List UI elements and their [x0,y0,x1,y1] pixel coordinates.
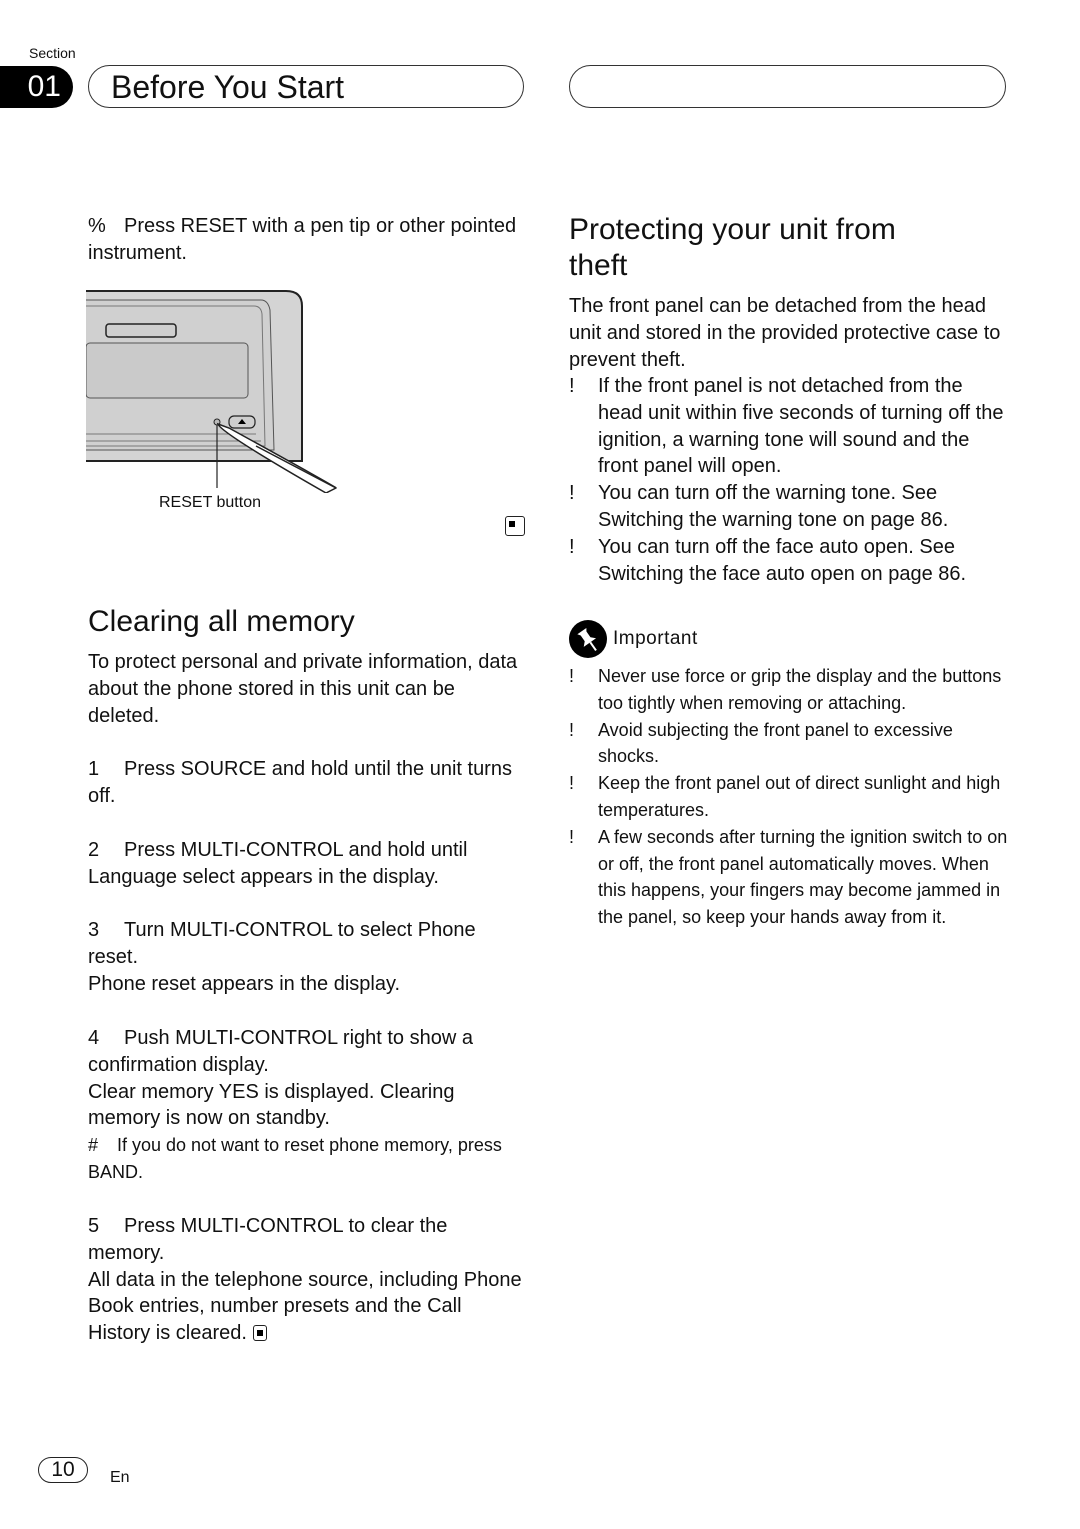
section-title: Before You Start [111,69,345,105]
step-1: 1 Press SOURCE and hold until the unit tu… [88,756,528,810]
step-4: 4 Push MULTI-CONTROL right to show a conf… [88,1025,528,1186]
step-number: 2 [88,839,100,861]
empty-header-pill [569,65,1006,108]
disc-slot [105,323,177,338]
section-label: Section [29,45,76,61]
step-text: Press SOURCE and hold until the unit tur… [88,758,512,807]
step-2: 2 Press MULTI-CONTROL and hold until Lang… [88,837,528,891]
bullet-item: ! Keep the front panel out of direct sunl… [569,773,1001,820]
step-text: Press MULTI-CONTROL to clear the memory. [88,1215,448,1264]
reset-instruction: % Press RESET with a pen tip or other poi… [88,213,528,267]
section-number: 01 [27,70,61,103]
note-text: If you do not want to reset phone memory… [88,1135,502,1182]
important-label: Important [613,628,698,649]
step-text: Turn MULTI-CONTROL to select Phone reset… [88,919,476,968]
step-result: All data in the telephone source, includ… [88,1268,522,1345]
section-title-pill: Before You Start [88,65,524,108]
important-header: Important [569,620,1019,658]
step-number: 1 [88,758,100,780]
end-of-section-icon [252,1325,267,1342]
bullet-item: ! A few seconds after turning the ignitio… [569,826,1008,928]
bullet-item: ! If the front panel is not detached from… [569,375,1004,478]
step-note: # If you do not want to reset phone memor… [88,1132,528,1186]
protecting-heading: Protecting your unit from theft [569,213,896,282]
language-code: En [110,1469,130,1486]
reset-figure [86,290,337,493]
step-result: Clear memory YES is displayed. Clearing … [88,1080,455,1130]
important-bullets: ! Never use force or grip the display and… [569,663,1009,931]
step-5: 5 Press MULTI-CONTROL to clear the memory… [88,1213,528,1347]
note-marker: # [88,1135,99,1156]
protecting-bullets: ! If the front panel is not detached from… [569,373,1009,587]
pushpin-icon [569,620,607,658]
page-number: 10 [38,1457,88,1483]
step-text: Push MULTI-CONTROL right to show a confi… [88,1027,473,1076]
protecting-intro: The front panel can be detached from the… [569,295,1001,371]
step-3: 3 Turn MULTI-CONTROL to select Phone rese… [88,917,508,997]
bullet-item: ! You can turn off the face auto open. Se… [569,535,967,585]
instruction-text: Press RESET with a pen tip or other poin… [88,215,517,264]
step-text: Press MULTI-CONTROL and hold until Langu… [88,839,468,888]
bullet-item: ! Never use force or grip the display and… [569,666,1002,713]
step-number: 5 [88,1215,100,1237]
bullet-item: ! Avoid subjecting the front panel to exc… [569,719,953,767]
step-number: 3 [88,919,100,941]
instruction-marker: % [88,215,106,237]
step-number: 4 [88,1027,100,1049]
clearing-heading: Clearing all memory [88,605,355,638]
display-window [86,342,249,399]
step-result: Phone reset appears in the display. [88,972,401,995]
section-number-badge: 01 [0,66,73,108]
clearing-intro: To protect personal and private informat… [88,651,518,727]
end-of-section-icon [505,516,525,536]
bullet-item: ! You can turn off the warning tone. See … [569,482,949,531]
figure-caption: RESET button [159,494,261,511]
